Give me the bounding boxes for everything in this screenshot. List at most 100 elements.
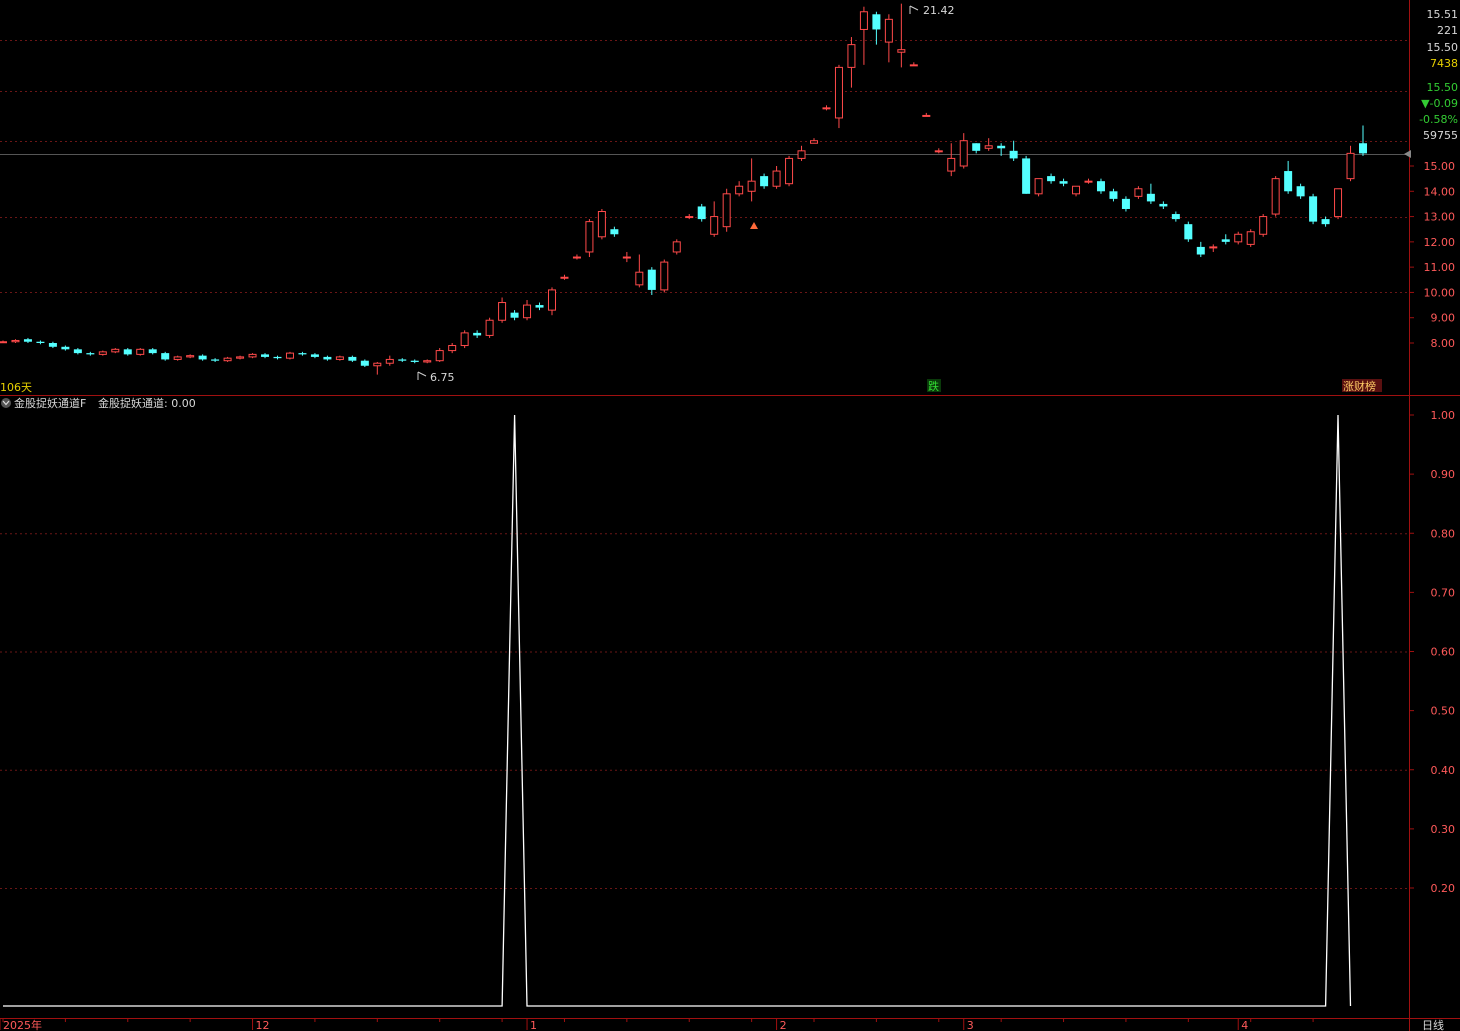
info-v3: 15.50 bbox=[1427, 41, 1459, 54]
candle-body bbox=[635, 271, 644, 286]
candle-body bbox=[298, 353, 307, 355]
candle-body bbox=[947, 157, 956, 172]
candle-body bbox=[1096, 181, 1105, 192]
info-v1: 15.51 bbox=[1427, 8, 1459, 21]
price-tick-label: 12.00 bbox=[1424, 236, 1456, 249]
info-v4: 7438 bbox=[1430, 57, 1458, 70]
candle-body bbox=[1209, 246, 1218, 249]
candle-body bbox=[1159, 203, 1168, 207]
chart-canvas: 15.0014.0013.0012.0011.0010.009.008.00 1… bbox=[0, 0, 1460, 1031]
candle-body bbox=[610, 229, 619, 235]
candle-body bbox=[410, 360, 419, 362]
candlestick-series bbox=[0, 3, 1367, 375]
price-tick-label: 8.00 bbox=[1431, 337, 1456, 350]
date-tick-label: 3 bbox=[967, 1019, 974, 1031]
candle-body bbox=[148, 349, 157, 354]
candle-body bbox=[1309, 196, 1318, 222]
candle-body bbox=[785, 157, 794, 185]
candle-body bbox=[1022, 158, 1031, 194]
price-tick-label: 10.00 bbox=[1424, 286, 1456, 299]
info-v7: -0.58% bbox=[1419, 113, 1458, 126]
candle-body bbox=[834, 66, 843, 119]
candle-body bbox=[373, 362, 382, 367]
high-marker-arrow bbox=[909, 5, 919, 14]
candle-body bbox=[448, 345, 457, 352]
candle-body bbox=[111, 348, 120, 353]
candle-body bbox=[622, 256, 631, 259]
candle-body bbox=[1184, 224, 1193, 240]
candle-body bbox=[797, 150, 806, 159]
indicator-tick-label: 0.50 bbox=[1431, 705, 1456, 718]
candle-body bbox=[73, 349, 82, 354]
candle-body bbox=[86, 353, 95, 355]
low-marker-arrow bbox=[417, 371, 427, 380]
candle-body bbox=[1171, 214, 1180, 220]
info-v5: 15.50 bbox=[1427, 81, 1459, 94]
date-tick-label: 4 bbox=[1241, 1019, 1248, 1031]
candle-body bbox=[1084, 180, 1093, 183]
candle-body bbox=[1334, 188, 1343, 218]
date-axis: 2025年 12 1 2 3 4 bbox=[0, 1018, 1314, 1031]
indicator-tick-label: 0.40 bbox=[1431, 764, 1456, 777]
fall-badge: 跌 bbox=[928, 379, 939, 393]
candle-body bbox=[1271, 178, 1280, 215]
candle-body bbox=[597, 211, 606, 238]
candle-body bbox=[560, 276, 569, 279]
candle-body bbox=[1221, 239, 1230, 242]
date-tick-label: 2025年 bbox=[3, 1018, 42, 1031]
up-badge: 涨财榜 bbox=[1343, 379, 1376, 393]
candle-body bbox=[772, 170, 781, 187]
candle-body bbox=[23, 339, 32, 342]
candle-body bbox=[1109, 191, 1118, 199]
candle-body bbox=[36, 341, 45, 343]
price-tick-label: 9.00 bbox=[1431, 312, 1456, 325]
period-label[interactable]: 日线 bbox=[1422, 1018, 1444, 1031]
signal-triangle bbox=[750, 222, 758, 229]
candle-body bbox=[934, 150, 943, 153]
candle-body bbox=[922, 114, 931, 117]
candle-body bbox=[161, 353, 170, 360]
candle-body bbox=[1359, 143, 1367, 154]
candle-body bbox=[385, 358, 394, 364]
candle-body bbox=[1196, 246, 1205, 255]
candle-body bbox=[959, 140, 968, 167]
indicator-dropdown-icon[interactable] bbox=[1, 398, 11, 408]
candle-body bbox=[248, 353, 257, 358]
candle-body bbox=[1059, 181, 1068, 184]
candle-body bbox=[847, 44, 856, 68]
indicator-tick-label: 0.20 bbox=[1431, 882, 1456, 895]
price-tick-label: 13.00 bbox=[1424, 211, 1456, 224]
candle-body bbox=[884, 18, 893, 43]
candle-body bbox=[223, 357, 232, 362]
info-v6: ▼-0.09 bbox=[1421, 97, 1458, 110]
indicator-grid bbox=[0, 533, 1409, 889]
candle-body bbox=[1346, 152, 1355, 180]
date-tick-label: 12 bbox=[256, 1019, 270, 1031]
candle-body bbox=[872, 14, 881, 30]
candle-body bbox=[186, 355, 195, 358]
indicator-name[interactable]: 金股捉妖通道F bbox=[14, 396, 86, 410]
candle-body bbox=[710, 216, 719, 235]
candle-body bbox=[310, 354, 319, 357]
candle-body bbox=[335, 356, 344, 360]
candle-body bbox=[198, 355, 207, 360]
candle-body bbox=[273, 356, 282, 359]
indicator-tick-label: 0.90 bbox=[1431, 468, 1456, 481]
high-annotation: 21.42 bbox=[923, 4, 955, 17]
candle-body bbox=[398, 359, 407, 361]
candle-body bbox=[1259, 216, 1268, 235]
candle-body bbox=[485, 319, 494, 336]
indicator-tick-label: 0.30 bbox=[1431, 823, 1456, 836]
price-tick-label: 15.00 bbox=[1424, 160, 1456, 173]
candle-body bbox=[98, 351, 107, 355]
candle-body bbox=[123, 349, 132, 355]
candle-body bbox=[1134, 188, 1143, 197]
candle-body bbox=[810, 140, 819, 144]
candle-body bbox=[348, 356, 357, 361]
candle-body bbox=[510, 312, 519, 318]
candle-body bbox=[1047, 176, 1056, 182]
days-label: 106天 bbox=[0, 381, 32, 394]
candle-body bbox=[498, 302, 507, 321]
candle-body bbox=[660, 261, 669, 291]
candle-body bbox=[572, 256, 581, 259]
